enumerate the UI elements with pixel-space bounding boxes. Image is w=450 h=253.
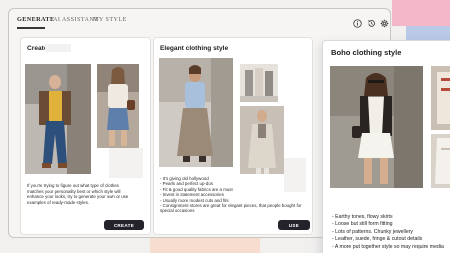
elegant-style-card: Elegant clothing style - It's giving old… (153, 37, 313, 235)
boho-photo-2 (431, 66, 450, 130)
decorative-block (109, 148, 143, 178)
bullet-item: - Lots of patterns. Chunky jewellery (332, 228, 414, 235)
street-style-photo-1 (25, 64, 91, 174)
boho-photo-1 (330, 66, 423, 188)
bullet-item: - Earthy tones, flowy skirts (332, 214, 393, 220)
bullet-item: - Leather, suede, fringe & cutout detail… (332, 236, 423, 243)
elegant-photo-1 (159, 58, 233, 167)
description-line: If you're trying to figure out what type… (27, 183, 119, 188)
card-title: Elegant clothing style (160, 45, 229, 52)
info-icon[interactable] (353, 15, 362, 28)
description-line: enhance your looks, try to generate your… (27, 194, 129, 200)
description-line: examples of ready-made styles. (27, 199, 89, 205)
elegant-photo-3 (240, 106, 284, 174)
create-style-card: Create style (20, 37, 151, 235)
create-button[interactable]: CREATE (104, 220, 144, 230)
bullet-item: - Loose but still form fitting (332, 221, 393, 228)
boho-bullets: - Earthy tones, flowy skirts - Loose but… (332, 214, 444, 251)
active-tab-indicator (17, 27, 45, 29)
boho-photo-3 (431, 134, 450, 188)
elegant-photo-2 (240, 64, 278, 102)
card-title: Boho clothing style (331, 48, 402, 57)
tab-my-style[interactable]: MY STYLE (93, 16, 127, 23)
boho-style-card[interactable]: Boho clothing style - Earthy tones, flow… (322, 40, 450, 253)
street-style-photo-2 (97, 64, 139, 148)
bullet-item: special occasions (160, 208, 195, 214)
elegant-bullets: - It's giving old hollywood - Pearls and… (160, 176, 302, 214)
settings-gear-icon[interactable] (380, 15, 389, 28)
tab-generate[interactable]: GENERATE (17, 16, 54, 23)
bullet-item: - A more put together style so may requi… (332, 243, 444, 250)
create-description: If you're trying to figure out what type… (27, 183, 128, 205)
use-button[interactable]: USE (278, 220, 310, 230)
history-icon[interactable] (367, 15, 376, 27)
decorative-pink-shape (392, 0, 450, 26)
tab-ai-assistant[interactable]: AI ASSISTANT (53, 16, 98, 23)
decorative-block (45, 44, 71, 52)
top-navigation: GENERATE AI ASSISTANT MY STYLE (9, 9, 390, 31)
